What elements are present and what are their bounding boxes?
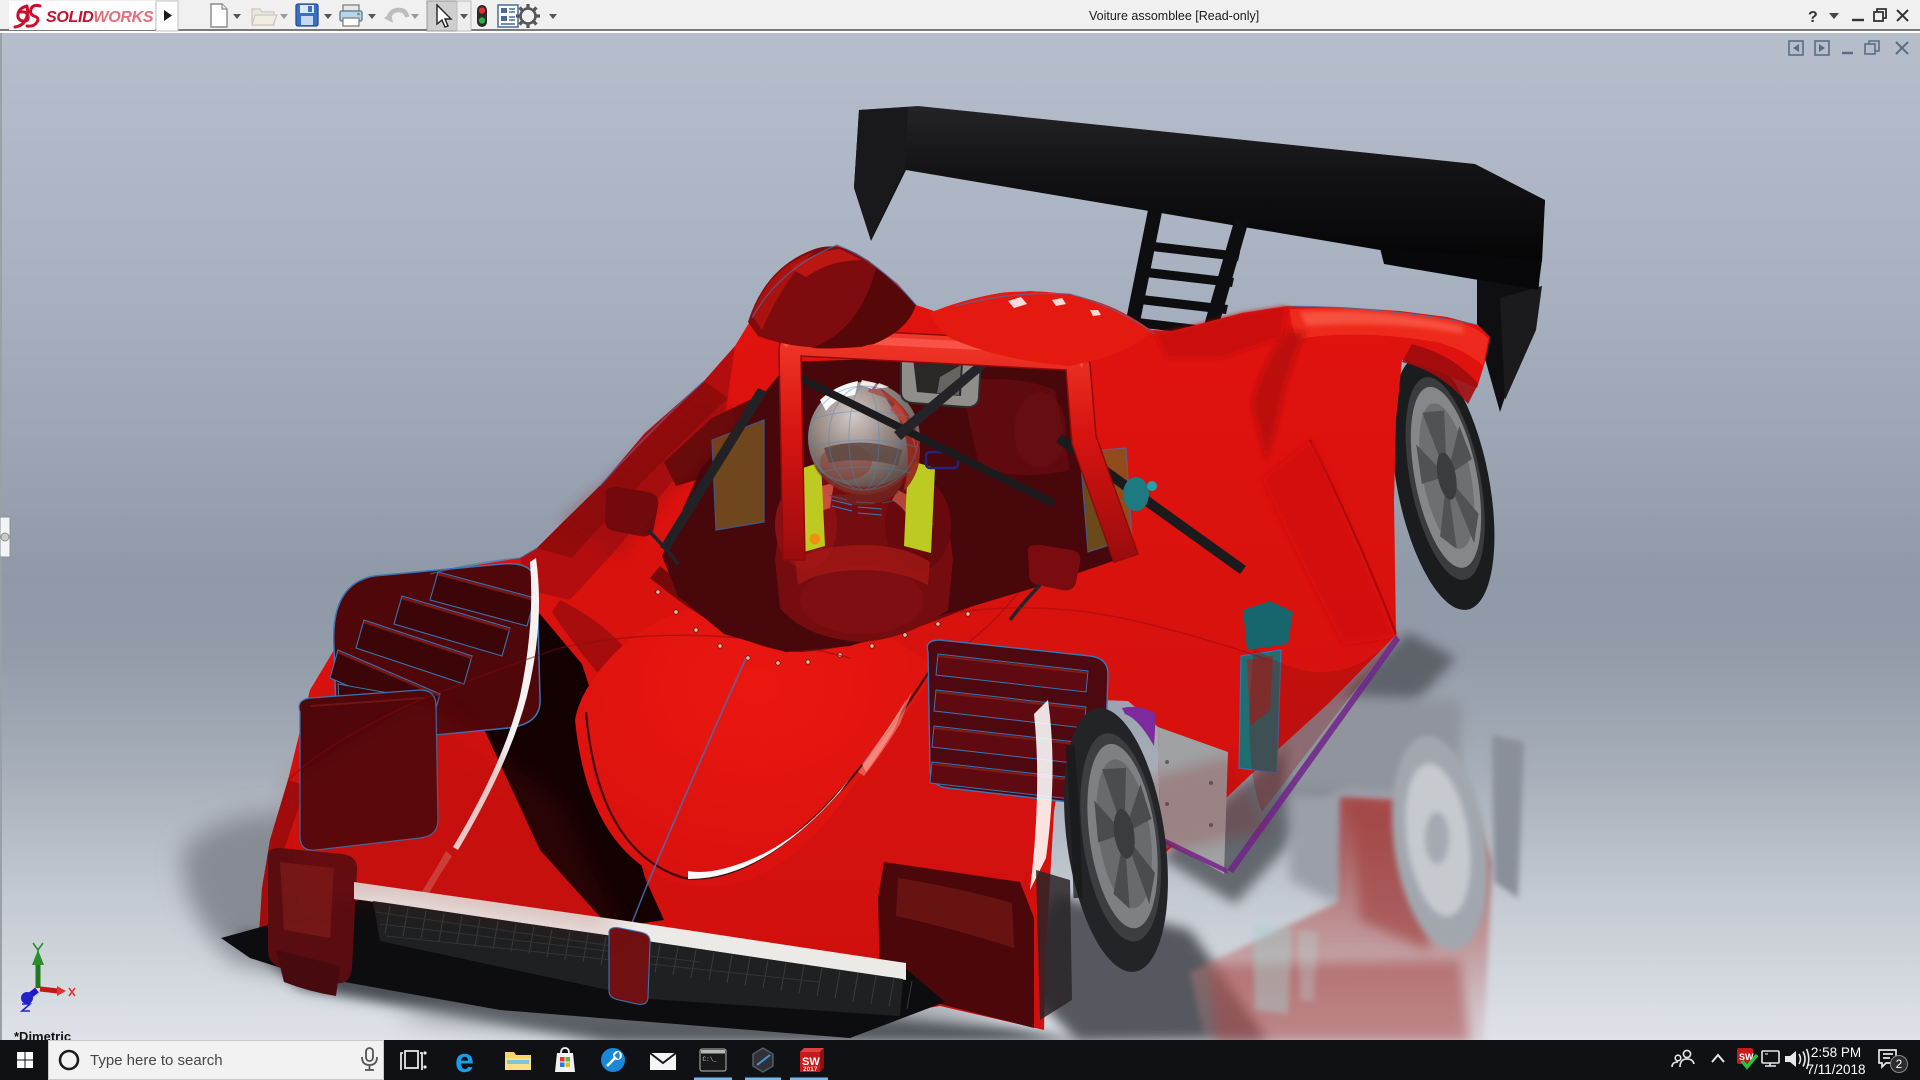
svg-text:2:58 PM: 2:58 PM [1811,1045,1861,1060]
svg-text:?: ? [1808,9,1818,26]
svg-text:C:\_: C:\_ [703,1056,718,1063]
svg-text:2017: 2017 [803,1066,818,1073]
svg-text:7/11/2018: 7/11/2018 [1806,1062,1865,1077]
svg-text:e: e [455,1042,474,1080]
svg-text:SOLIDWORKS: SOLIDWORKS [46,9,154,26]
svg-text:2: 2 [1896,1059,1902,1071]
